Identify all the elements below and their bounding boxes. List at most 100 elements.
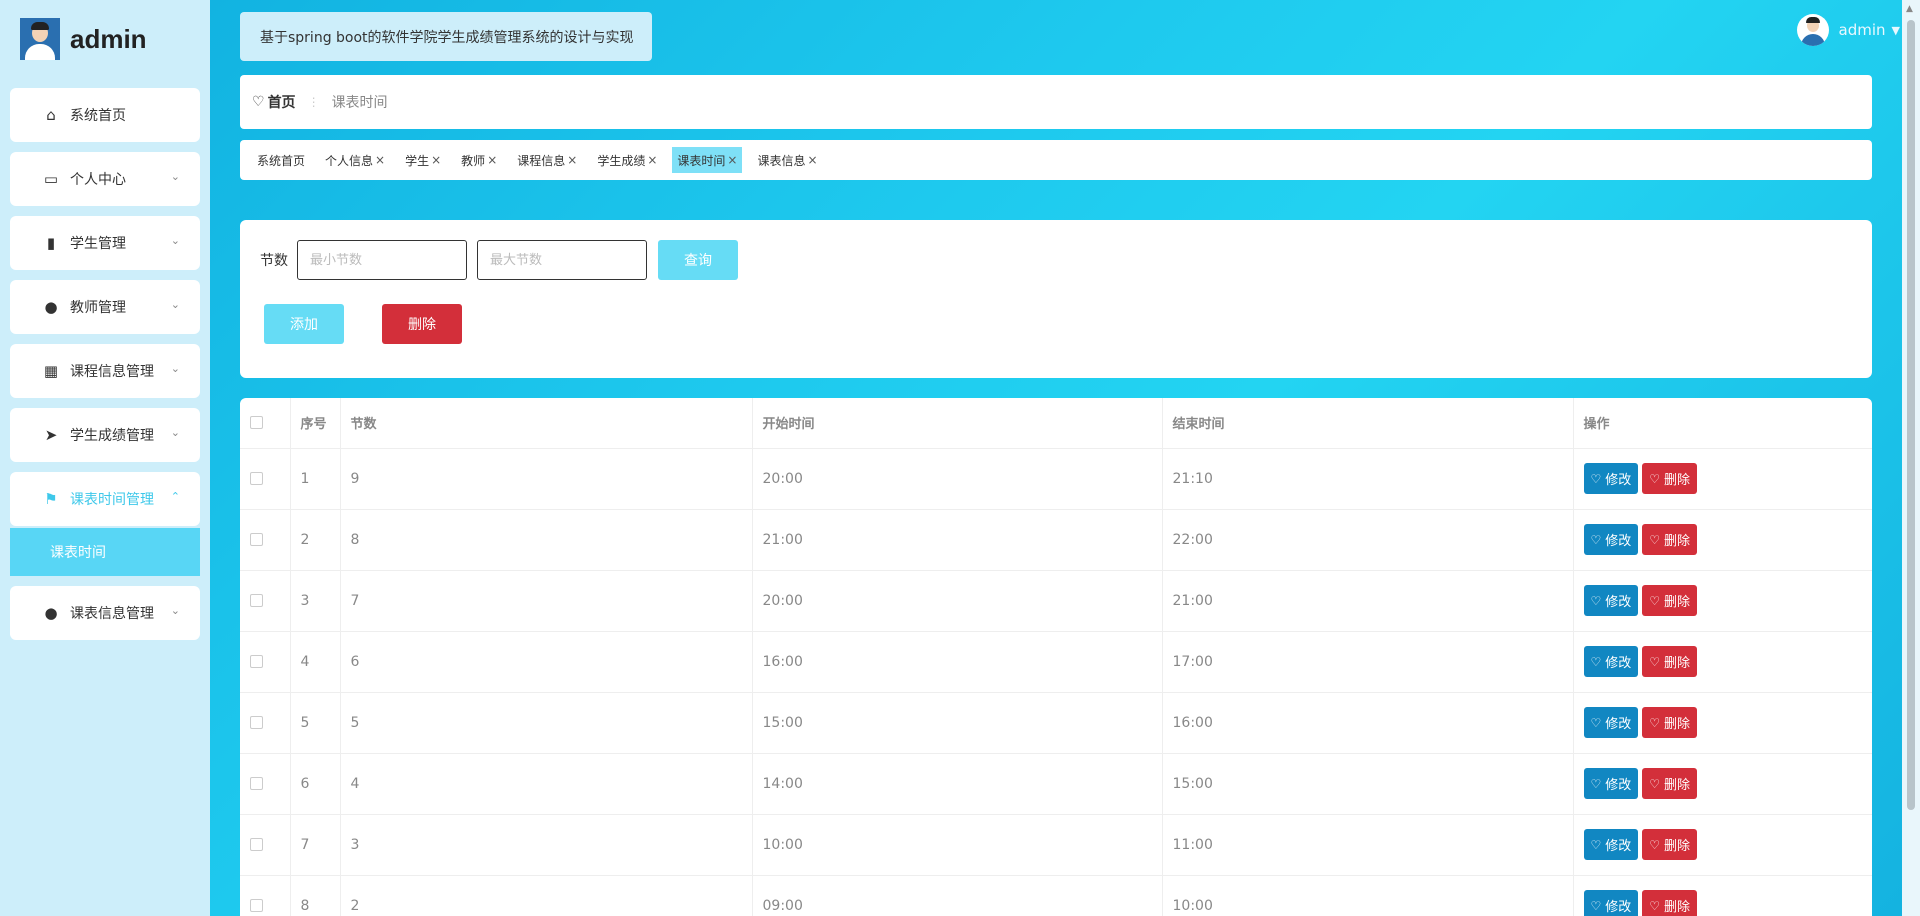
submenu-item-schedule-time[interactable]: 课表时间 — [10, 528, 200, 576]
row-checkbox[interactable] — [250, 838, 263, 851]
close-icon[interactable]: × — [431, 153, 441, 167]
row-checkbox[interactable] — [250, 472, 263, 485]
row-checkbox-cell[interactable] — [240, 570, 291, 632]
row-checkbox-cell[interactable] — [240, 448, 291, 510]
delete-button[interactable]: ♡ 删除 — [1642, 768, 1698, 799]
delete-button[interactable]: ♡ 删除 — [1642, 829, 1698, 860]
row-checkbox[interactable] — [250, 594, 263, 607]
breadcrumb-current: 课表时间 — [331, 95, 388, 111]
tab-label: 教师 — [461, 153, 486, 168]
cell-start-time: 20:00 — [752, 448, 1163, 510]
edit-button[interactable]: ♡ 修改 — [1583, 524, 1639, 555]
cell-section: 2 — [340, 875, 753, 916]
table-header-row: 序号 节数 开始时间 结束时间 操作 — [240, 398, 1872, 449]
delete-button[interactable]: ♡ 删除 — [1642, 585, 1698, 616]
close-icon[interactable]: × — [375, 153, 385, 167]
cell-section: 7 — [340, 570, 753, 632]
delete-button[interactable]: ♡ 删除 — [1642, 890, 1698, 916]
heart-icon: ♡ — [252, 94, 265, 110]
row-checkbox[interactable] — [250, 716, 263, 729]
sidebar-item-label: 个人中心 — [70, 172, 126, 188]
delete-button[interactable]: ♡ 删除 — [1642, 707, 1698, 738]
heart-icon: ♡ — [1649, 898, 1661, 913]
row-checkbox[interactable] — [250, 655, 263, 668]
select-all-cell[interactable] — [240, 398, 291, 449]
row-checkbox-cell[interactable] — [240, 814, 291, 876]
edit-button[interactable]: ♡ 修改 — [1583, 646, 1639, 677]
edit-button[interactable]: ♡ 修改 — [1583, 829, 1639, 860]
close-icon[interactable]: × — [487, 153, 497, 167]
edit-button[interactable]: ♡ 修改 — [1583, 890, 1639, 916]
edit-button[interactable]: ♡ 修改 — [1583, 585, 1639, 616]
tab-6[interactable]: 学生成绩 × — [592, 147, 662, 173]
select-all-checkbox[interactable] — [250, 416, 263, 430]
row-checkbox-cell[interactable] — [240, 875, 291, 916]
tab-8[interactable]: 课表信息 × — [752, 147, 822, 173]
sidebar-item-3[interactable]: ▮ 学生管理 ⌄ — [10, 216, 200, 270]
delete-button[interactable]: ♡ 删除 — [1642, 463, 1698, 494]
close-icon[interactable]: × — [567, 153, 577, 167]
sidebar-item-1[interactable]: ⌂ 系统首页 — [10, 88, 200, 142]
header-index: 序号 — [290, 398, 341, 449]
scroll-up-icon[interactable]: ▲ — [1906, 4, 1913, 14]
delete-label: 删除 — [1664, 778, 1691, 793]
table-row: 1 9 20:00 21:10 ♡ 修改 ♡ 删除 — [240, 448, 1872, 510]
sidebar-item-8[interactable]: ● 课表信息管理 ⌄ — [10, 586, 200, 640]
delete-button[interactable]: ♡ 删除 — [1642, 646, 1698, 677]
add-button[interactable]: 添加 — [264, 304, 344, 344]
edit-button[interactable]: ♡ 修改 — [1583, 768, 1639, 799]
delete-label: 删除 — [1664, 595, 1691, 610]
close-icon[interactable]: × — [647, 153, 657, 167]
tags-bar: 系统首页 个人信息 × 学生 × 教师 × 课程信息 × 学生成绩 × 课表时间 × 课表信息 × — [240, 140, 1872, 180]
cell-start-time: 14:00 — [752, 753, 1163, 815]
cell-start-time: 20:00 — [752, 570, 1163, 632]
user-menu[interactable]: admin ▼ — [1796, 14, 1900, 46]
edit-label: 修改 — [1605, 473, 1632, 488]
row-checkbox[interactable] — [250, 533, 263, 546]
cell-section: 4 — [340, 753, 753, 815]
cell-section: 8 — [340, 509, 753, 571]
row-checkbox[interactable] — [250, 899, 263, 912]
row-checkbox-cell[interactable] — [240, 753, 291, 815]
row-checkbox-cell[interactable] — [240, 509, 291, 571]
cell-index: 4 — [290, 631, 341, 693]
cell-end-time: 21:10 — [1162, 448, 1574, 510]
cell-index: 3 — [290, 570, 341, 632]
close-icon[interactable]: × — [727, 153, 737, 167]
sidebar-item-label: 学生成绩管理 — [70, 428, 154, 444]
sidebar-item-2[interactable]: ▭ 个人中心 ⌄ — [10, 152, 200, 206]
close-icon[interactable]: × — [808, 153, 818, 167]
cell-index: 6 — [290, 753, 341, 815]
sidebar-item-5[interactable]: ▦ 课程信息管理 ⌄ — [10, 344, 200, 398]
max-section-input[interactable] — [477, 240, 647, 280]
sidebar-item-6[interactable]: ➤ 学生成绩管理 ⌄ — [10, 408, 200, 462]
tab-2[interactable]: 个人信息 × — [320, 147, 390, 173]
row-checkbox-cell[interactable] — [240, 631, 291, 693]
breadcrumb-separator: ⋮ — [307, 95, 320, 109]
tab-4[interactable]: 教师 × — [456, 147, 502, 173]
delete-label: 删除 — [1664, 839, 1691, 854]
breadcrumb-home[interactable]: ♡ 首页 — [252, 92, 296, 112]
query-button[interactable]: 查询 — [658, 240, 738, 280]
tab-3[interactable]: 学生 × — [400, 147, 446, 173]
sidebar-item-4[interactable]: ● 教师管理 ⌄ — [10, 280, 200, 334]
scroll-thumb[interactable] — [1907, 20, 1915, 810]
cell-end-time: 17:00 — [1162, 631, 1574, 693]
tab-1[interactable]: 系统首页 — [252, 147, 310, 173]
sidebar: admin ⌂ 系统首页 ▭ 个人中心 ⌄ ▮ 学生管理 ⌄ ● 教师管理 ⌄ ▦ 课程信息管理 ⌄ ➤ 学生… — [0, 0, 210, 916]
tab-5[interactable]: 课程信息 × — [512, 147, 582, 173]
heart-icon: ♡ — [1649, 532, 1661, 547]
edit-button[interactable]: ♡ 修改 — [1583, 707, 1639, 738]
tab-7[interactable]: 课表时间 × — [672, 147, 743, 173]
edit-button[interactable]: ♡ 修改 — [1583, 463, 1639, 494]
row-checkbox[interactable] — [250, 777, 263, 790]
tab-label: 个人信息 — [325, 153, 374, 168]
tab-label: 课表信息 — [757, 153, 806, 168]
row-checkbox-cell[interactable] — [240, 692, 291, 754]
delete-button[interactable]: ♡ 删除 — [1642, 524, 1698, 555]
sidebar-item-7[interactable]: ⚑ 课表时间管理 ⌃ — [10, 472, 200, 526]
batch-delete-button[interactable]: 删除 — [382, 304, 462, 344]
edit-label: 修改 — [1605, 778, 1632, 793]
min-section-input[interactable] — [297, 240, 467, 280]
vertical-scrollbar[interactable]: ▲ — [1902, 0, 1920, 916]
